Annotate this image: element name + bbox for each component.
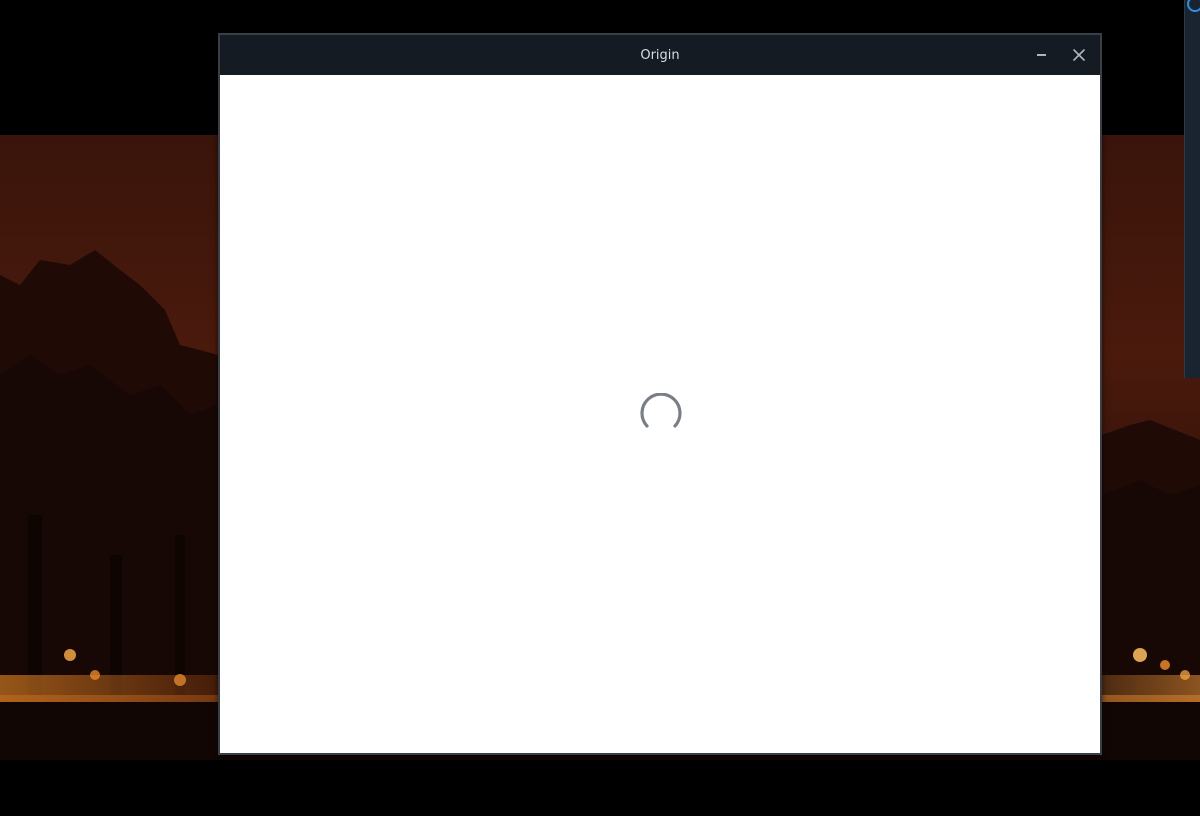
background-app-window-edge <box>1184 0 1200 378</box>
close-button[interactable] <box>1060 35 1098 75</box>
minimize-button[interactable] <box>1022 35 1060 75</box>
window-title: Origin <box>640 47 680 63</box>
app-logo-icon <box>1187 0 1200 12</box>
origin-window: Origin <box>218 33 1102 755</box>
loading-spinner-icon <box>640 393 682 428</box>
minimize-icon <box>1036 54 1046 56</box>
close-icon <box>1073 49 1085 61</box>
title-bar[interactable]: Origin <box>220 35 1100 75</box>
desktop: Origin <box>0 0 1200 816</box>
window-content <box>220 75 1100 753</box>
